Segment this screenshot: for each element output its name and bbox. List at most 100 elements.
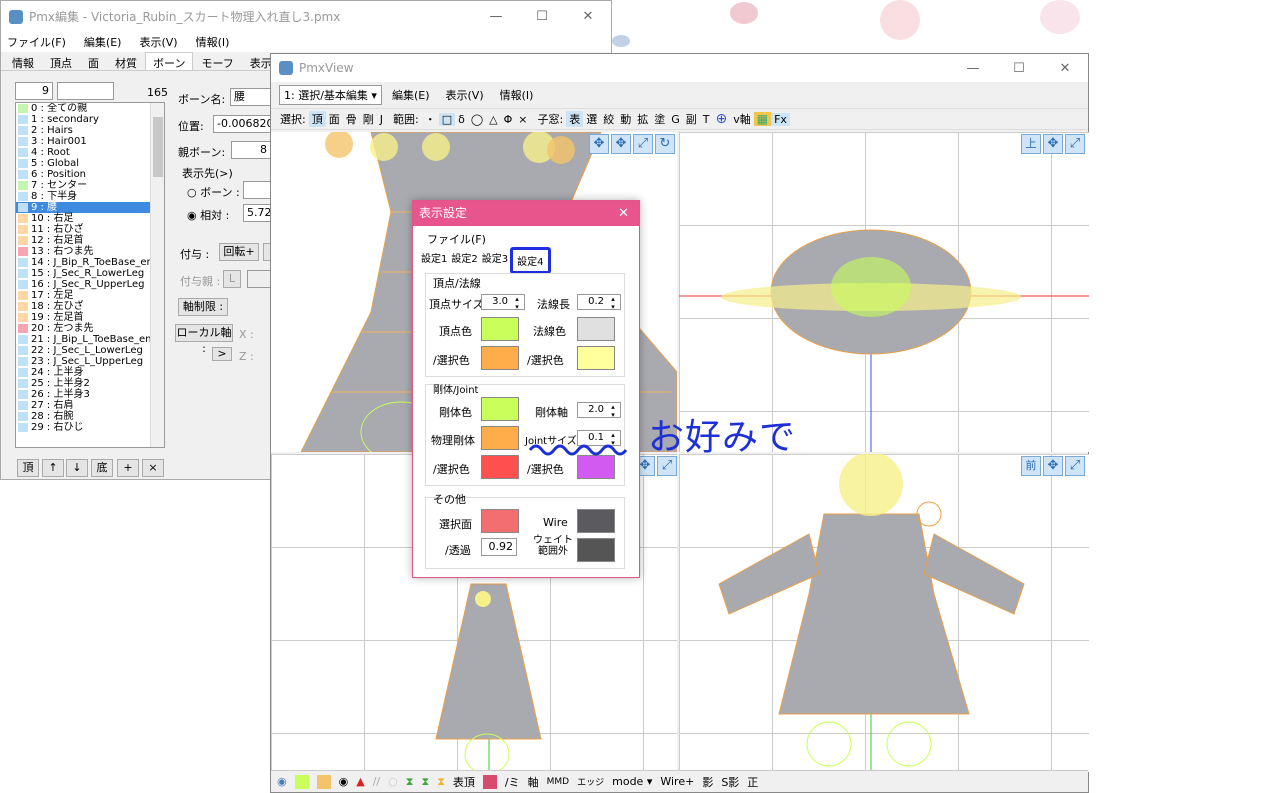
- status-shadow-button[interactable]: 影: [702, 774, 713, 790]
- zoom-icon[interactable]: ⤢: [1065, 456, 1085, 476]
- status-mi-button[interactable]: /ミ: [505, 774, 520, 790]
- position-x-input[interactable]: -0.006820: [213, 115, 273, 133]
- view-top-label[interactable]: 上: [1021, 134, 1041, 154]
- bone-list-item[interactable]: 23 : J_Sec_L_UpperLeg: [16, 356, 164, 367]
- status-triangle-icon[interactable]: ▲: [356, 775, 364, 788]
- vertex-color-swatch[interactable]: [481, 317, 519, 341]
- local-axis-next-button[interactable]: >: [212, 347, 232, 361]
- bone-list-item[interactable]: 2 : Hairs: [16, 125, 164, 136]
- menu-file[interactable]: ファイル(F): [7, 34, 66, 50]
- child-table-button[interactable]: 表: [566, 111, 584, 127]
- alpha-input[interactable]: 0.92: [481, 538, 517, 556]
- tab-material[interactable]: 材質: [107, 52, 145, 70]
- bone-list-item[interactable]: 10 : 右足: [16, 213, 164, 224]
- bone-list-item[interactable]: 11 : 右ひざ: [16, 224, 164, 235]
- v-axis-button[interactable]: v軸: [730, 111, 754, 127]
- wire-color-swatch[interactable]: [577, 509, 615, 533]
- child-move-button[interactable]: 動: [617, 111, 634, 127]
- status-mode-dropdown[interactable]: mode ▾: [612, 775, 652, 788]
- target-icon[interactable]: ⊕: [712, 111, 730, 127]
- select-rigid-button[interactable]: 剛: [360, 111, 377, 127]
- range-delta-button[interactable]: δ: [455, 113, 468, 126]
- physics-rigid-color-swatch[interactable]: [481, 426, 519, 450]
- view-menu-display[interactable]: 表示(V): [446, 87, 484, 103]
- tab-settings-3[interactable]: 設定3: [480, 247, 510, 274]
- range-rect-button[interactable]: □: [438, 112, 456, 126]
- tab-face[interactable]: 面: [80, 52, 107, 70]
- maximize-icon[interactable]: ☐: [996, 61, 1042, 76]
- status-vertex-button[interactable]: 表頂: [453, 774, 475, 790]
- minimize-icon[interactable]: —: [473, 9, 519, 24]
- tab-info[interactable]: 情報: [4, 52, 42, 70]
- move-up-button[interactable]: ↑: [42, 459, 64, 477]
- bone-list-item[interactable]: 0 : 全ての親: [16, 103, 164, 114]
- status-rigid-icon[interactable]: ○: [388, 775, 398, 788]
- tab-settings-2[interactable]: 設定2: [449, 247, 479, 274]
- parent-bone-input[interactable]: 8: [231, 141, 271, 159]
- tab-settings-1[interactable]: 設定1: [419, 247, 449, 274]
- rigid-sel-color-swatch[interactable]: [481, 455, 519, 479]
- status-sshadow-button[interactable]: S影: [721, 774, 739, 790]
- bone-list-item[interactable]: 27 : 右肩: [16, 400, 164, 411]
- status-material-icon[interactable]: [482, 774, 497, 789]
- move-icon[interactable]: ✥: [1043, 456, 1063, 476]
- vertex-sel-color-swatch[interactable]: [481, 346, 519, 370]
- status-orange-icon[interactable]: [316, 774, 331, 789]
- maximize-icon[interactable]: ☐: [519, 9, 565, 24]
- zoom-icon[interactable]: ⤢: [633, 134, 653, 154]
- move-icon[interactable]: ✥: [611, 134, 631, 154]
- bone-list-item[interactable]: 17 : 左足: [16, 290, 164, 301]
- viewport-front[interactable]: 前 ✥ ⤢: [679, 454, 1089, 772]
- bone-list-item[interactable]: 5 : Global: [16, 158, 164, 169]
- menu-view[interactable]: 表示(V): [139, 34, 177, 50]
- normal-length-input[interactable]: 0.2: [577, 294, 621, 311]
- range-point-button[interactable]: ・: [422, 111, 439, 127]
- bone-list-item[interactable]: 13 : 右つま先: [16, 246, 164, 257]
- rotate-icon[interactable]: ↻: [655, 134, 675, 154]
- bone-list-item[interactable]: 14 : J_Bip_R_ToeBase_en: [16, 257, 164, 268]
- bone-list-item[interactable]: 3 : Hair001: [16, 136, 164, 147]
- range-clear-button[interactable]: ×: [515, 113, 530, 126]
- bone-list-item[interactable]: 12 : 右足首: [16, 235, 164, 246]
- tab-morph[interactable]: モーフ: [193, 52, 241, 70]
- bone-list[interactable]: 0 : 全ての親 1 : secondary 2 : Hairs 3 : Hair00…: [15, 102, 165, 448]
- bone-list-item[interactable]: 22 : J_Sec_L_LowerLeg: [16, 345, 164, 356]
- child-select-button[interactable]: 選: [583, 111, 600, 127]
- bone-list-item[interactable]: 21 : J_Bip_L_ToeBase_en: [16, 334, 164, 345]
- minimize-icon[interactable]: —: [950, 61, 996, 76]
- menu-edit[interactable]: 編集(E): [84, 34, 122, 50]
- select-bone-button[interactable]: 骨: [343, 111, 360, 127]
- move-bottom-button[interactable]: 底: [91, 459, 113, 477]
- status-slash-icon[interactable]: //: [373, 775, 380, 788]
- tab-bone[interactable]: ボーン: [145, 52, 194, 70]
- fx-button[interactable]: Fx: [771, 112, 790, 126]
- bone-list-scrollbar[interactable]: [150, 103, 164, 447]
- status-wire-button[interactable]: Wire+: [660, 775, 694, 788]
- selected-face-color-swatch[interactable]: [481, 509, 519, 533]
- bone-search-input[interactable]: [57, 82, 114, 100]
- axis-limit-button[interactable]: 軸制限 :: [178, 298, 228, 316]
- add-bone-button[interactable]: +: [117, 459, 139, 477]
- normal-color-swatch[interactable]: [577, 317, 615, 341]
- bone-list-item[interactable]: 16 : J_Sec_R_UpperLeg: [16, 279, 164, 290]
- viewport-top[interactable]: 上 ✥ ⤢: [679, 132, 1089, 452]
- bone-list-item[interactable]: 18 : 左ひざ: [16, 301, 164, 312]
- local-axis-button[interactable]: ローカル軸 :: [175, 324, 233, 355]
- weight-out-color-swatch[interactable]: [577, 538, 615, 562]
- view-menu-info[interactable]: 情報(I): [500, 87, 534, 103]
- bone-list-item[interactable]: 4 : Root: [16, 147, 164, 158]
- child-scale-button[interactable]: 拡: [634, 111, 651, 127]
- bone-list-item[interactable]: 7 : センター: [16, 180, 164, 191]
- view-menu-edit[interactable]: 編集(E): [392, 87, 430, 103]
- status-radio-icon[interactable]: ◉: [277, 775, 287, 788]
- bone-list-item[interactable]: 29 : 右ひじ: [16, 422, 164, 433]
- normal-sel-color-swatch[interactable]: [577, 346, 615, 370]
- status-mmd-button[interactable]: MMD: [547, 777, 569, 787]
- bone-index-input[interactable]: 9: [15, 82, 53, 100]
- child-paint-button[interactable]: 塗: [651, 111, 668, 127]
- bone-list-item[interactable]: 15 : J_Sec_R_LowerLeg: [16, 268, 164, 279]
- range-phi-button[interactable]: Φ: [501, 113, 516, 126]
- child-t-button[interactable]: T: [700, 113, 713, 126]
- display-bone-input[interactable]: [243, 181, 271, 199]
- move-icon[interactable]: ✥: [1043, 134, 1063, 154]
